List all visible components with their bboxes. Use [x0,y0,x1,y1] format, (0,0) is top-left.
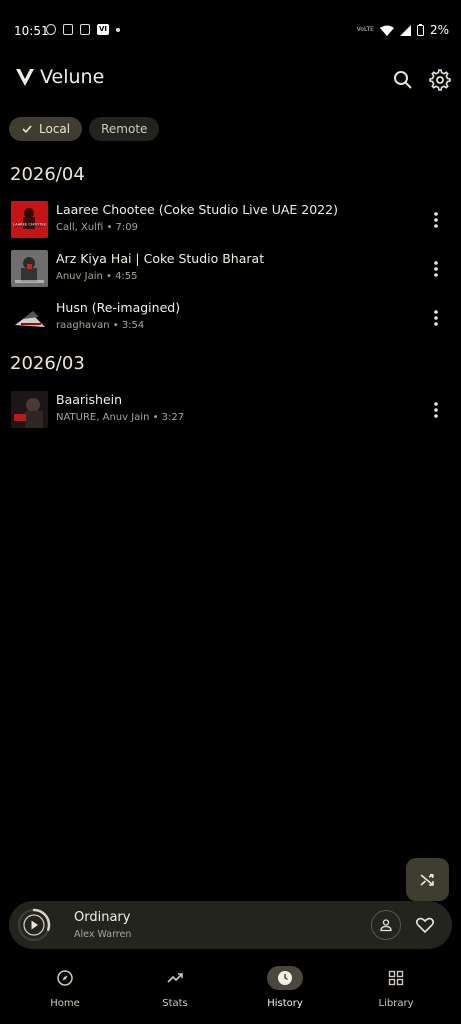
nav-label: Stats [162,998,188,1009]
artwork-arz-kiya-hai [11,250,48,287]
nav-label: Home [50,998,80,1009]
filter-chip-local[interactable]: Local [9,117,83,141]
source-filter: Local Remote [9,117,160,141]
more-vert-icon[interactable] [426,308,446,328]
filter-chip-label: Local [39,122,71,136]
track-title: Husn (Re-imagined) [56,300,181,315]
more-vert-icon[interactable] [426,259,446,279]
now-playing-artist: Alex Warren [74,929,132,940]
track-row[interactable]: Husn (Re-imagined) raaghavan • 3:54 [0,296,461,340]
app-title: Velune [40,66,105,88]
search-icon[interactable] [391,68,415,92]
compass-icon [57,970,73,986]
track-row[interactable]: Baarishein NATURE, Anuv Jain • 3:27 [0,388,461,432]
message-icon [46,24,56,35]
track-title: Baarishein [56,392,123,407]
vi-app-icon: VI [97,24,109,35]
shuffle-button[interactable] [406,858,449,901]
section-header: 2026/03 [10,353,85,374]
system-icons: VoLTE 2% [357,23,449,37]
check-icon [22,125,32,134]
now-playing-title: Ordinary [74,910,131,925]
battery-level: 2% [429,23,449,37]
status-bar: 10:51 VI VoLTE 2% [0,0,461,60]
filter-chip-label: Remote [101,122,148,136]
artwork-husn [11,299,48,336]
track-artwork [11,391,48,428]
sim-icon [63,24,73,35]
nav-home[interactable]: Home [25,966,105,1009]
clock-icon [278,971,292,985]
app-logo: Velune [14,66,104,88]
app-bar: Velune [0,64,461,96]
track-subtitle: raaghavan • 3:54 [56,320,145,331]
mini-player[interactable]: Ordinary Alex Warren [9,901,452,949]
trending-icon [167,973,183,983]
bottom-navigation: Home Stats History Library [0,960,461,1024]
play-icon [31,920,38,930]
more-notifications-dot [116,27,120,32]
track-subtitle: Call, Xulfi • 7:09 [56,222,139,233]
nav-label: History [267,998,303,1009]
notification-icons: VI [46,24,120,35]
track-artwork [11,299,48,336]
shuffle-icon [419,873,434,886]
wifi-icon [379,25,394,36]
nav-library[interactable]: Library [356,966,436,1009]
nav-stats[interactable]: Stats [135,966,215,1009]
track-row[interactable]: LAAREE CHOOTEE Laaree Chootee (Coke Stud… [0,198,461,242]
nav-history[interactable]: History [245,966,325,1009]
battery-icon [416,24,424,36]
heart-icon[interactable] [414,914,436,936]
artist-button[interactable] [371,910,401,940]
filter-chip-remote[interactable]: Remote [89,117,160,141]
play-button[interactable] [16,907,52,943]
artwork-caption: LAAREE CHOOTEE [13,223,47,227]
signal-icon [399,24,411,36]
nav-label: Library [378,998,414,1009]
person-icon [380,919,392,932]
artwork-baarishein [11,391,48,428]
velune-logo-icon [16,69,34,86]
gear-icon[interactable] [428,68,452,92]
track-artwork [11,250,48,287]
artwork-laaree-chootee: LAAREE CHOOTEE [11,201,48,238]
track-title: Laaree Chootee (Coke Studio Live UAE 202… [56,202,338,217]
track-title: Arz Kiya Hai | Coke Studio Bharat [56,251,265,266]
shield-icon [80,24,90,35]
more-vert-icon[interactable] [426,210,446,230]
grid-icon [388,970,404,986]
track-subtitle: NATURE, Anuv Jain • 3:27 [56,412,185,423]
track-artwork: LAAREE CHOOTEE [11,201,48,238]
track-subtitle: Anuv Jain • 4:55 [56,271,138,282]
section-header: 2026/04 [10,164,85,185]
status-time: 10:51 [14,24,49,38]
track-row[interactable]: Arz Kiya Hai | Coke Studio Bharat Anuv J… [0,247,461,291]
more-vert-icon[interactable] [426,400,446,420]
volte-indicator: VoLTE [356,26,374,33]
